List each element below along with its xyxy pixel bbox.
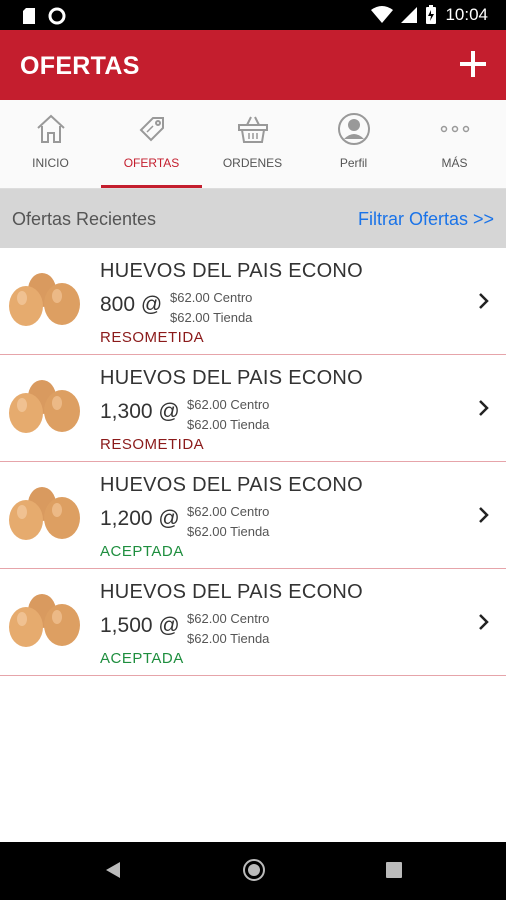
offer-status: RESOMETIDA (100, 329, 205, 346)
price-store: $62.00 Tienda (187, 417, 270, 432)
filter-offers-link[interactable]: Filtrar Ofertas >> (358, 209, 494, 230)
offer-row[interactable]: HUEVOS DEL PAIS ECONO 1,200 @ $62.00 Cen… (0, 462, 506, 569)
home-button[interactable] (242, 858, 266, 882)
chevron-right-icon[interactable] (478, 292, 490, 310)
tab-bar: INICIO OFERTAS ORDENES Perfil MÁS (0, 100, 506, 189)
tab-perfil[interactable]: Perfil (303, 100, 404, 188)
price-block: $62.00 Centro $62.00 Tienda (170, 288, 252, 328)
price-store: $62.00 Tienda (170, 310, 253, 325)
offer-quantity: 1,200 @ (100, 507, 180, 530)
tab-ordenes[interactable]: ORDENES (202, 100, 303, 188)
more-icon (440, 125, 469, 133)
tab-label: OFERTAS (123, 156, 180, 170)
offer-row[interactable]: HUEVOS DEL PAIS ECONO 1,500 @ $62.00 Cen… (0, 569, 506, 676)
price-center: $62.00 Centro (187, 397, 270, 412)
app-bar: OFERTAS (0, 30, 506, 100)
chevron-right-icon[interactable] (478, 613, 490, 631)
tab-label: INICIO (32, 156, 69, 170)
offer-row[interactable]: HUEVOS DEL PAIS ECONO 800 @ $62.00 Centr… (0, 248, 506, 355)
tab-label: ORDENES (222, 156, 283, 170)
tab-inicio[interactable]: INICIO (0, 100, 101, 188)
eggs-image (9, 487, 80, 540)
clock: 10:04 (445, 5, 488, 24)
offer-quantity: 800 @ (100, 293, 163, 316)
eggs-image (9, 273, 80, 326)
tab-ofertas[interactable]: OFERTAS (101, 100, 202, 188)
product-name: HUEVOS DEL PAIS ECONO (100, 581, 364, 603)
offer-list: HUEVOS DEL PAIS ECONO 800 @ $62.00 Centr… (0, 248, 506, 676)
circle-notification-icon (48, 7, 66, 25)
system-navigation-bar (0, 842, 506, 900)
home-icon (36, 114, 65, 143)
offer-status: ACEPTADA (100, 543, 184, 560)
chevron-right-icon[interactable] (478, 399, 490, 417)
sd-card-icon (23, 8, 35, 24)
offer-status: RESOMETIDA (100, 436, 205, 453)
eggs-image (9, 380, 80, 433)
price-block: $62.00 Centro $62.00 Tienda (187, 395, 269, 435)
tab-label: Perfil (339, 156, 368, 170)
back-button[interactable] (104, 860, 122, 880)
tag-icon (139, 117, 164, 142)
price-block: $62.00 Centro $62.00 Tienda (187, 502, 269, 542)
battery-icon (426, 5, 437, 24)
section-header: Ofertas Recientes Filtrar Ofertas >> (0, 189, 506, 248)
active-tab-indicator (101, 185, 202, 188)
price-center: $62.00 Centro (170, 290, 253, 305)
offer-status: ACEPTADA (100, 650, 184, 667)
offer-quantity: 1,500 @ (100, 614, 180, 637)
signal-icon (401, 7, 418, 23)
price-center: $62.00 Centro (187, 611, 270, 626)
recents-button[interactable] (385, 861, 403, 879)
product-name: HUEVOS DEL PAIS ECONO (100, 474, 364, 496)
profile-icon (337, 113, 370, 145)
basket-icon (237, 116, 268, 143)
tab-label: MÁS (441, 156, 468, 170)
product-name: HUEVOS DEL PAIS ECONO (100, 260, 364, 282)
price-store: $62.00 Tienda (187, 524, 270, 539)
wifi-icon (371, 6, 394, 23)
section-title: Ofertas Recientes (12, 209, 157, 229)
price-center: $62.00 Centro (187, 504, 270, 519)
offer-row[interactable]: HUEVOS DEL PAIS ECONO 1,300 @ $62.00 Cen… (0, 355, 506, 462)
add-button[interactable] (456, 47, 490, 81)
eggs-image (9, 594, 80, 647)
price-store: $62.00 Tienda (187, 631, 270, 646)
status-bar: 10:04 (0, 0, 506, 30)
page-title: OFERTAS (20, 52, 140, 80)
price-block: $62.00 Centro $62.00 Tienda (187, 609, 269, 649)
product-name: HUEVOS DEL PAIS ECONO (100, 367, 364, 389)
chevron-right-icon[interactable] (478, 506, 490, 524)
tab-mas[interactable]: MÁS (404, 100, 505, 188)
offer-quantity: 1,300 @ (100, 400, 180, 423)
